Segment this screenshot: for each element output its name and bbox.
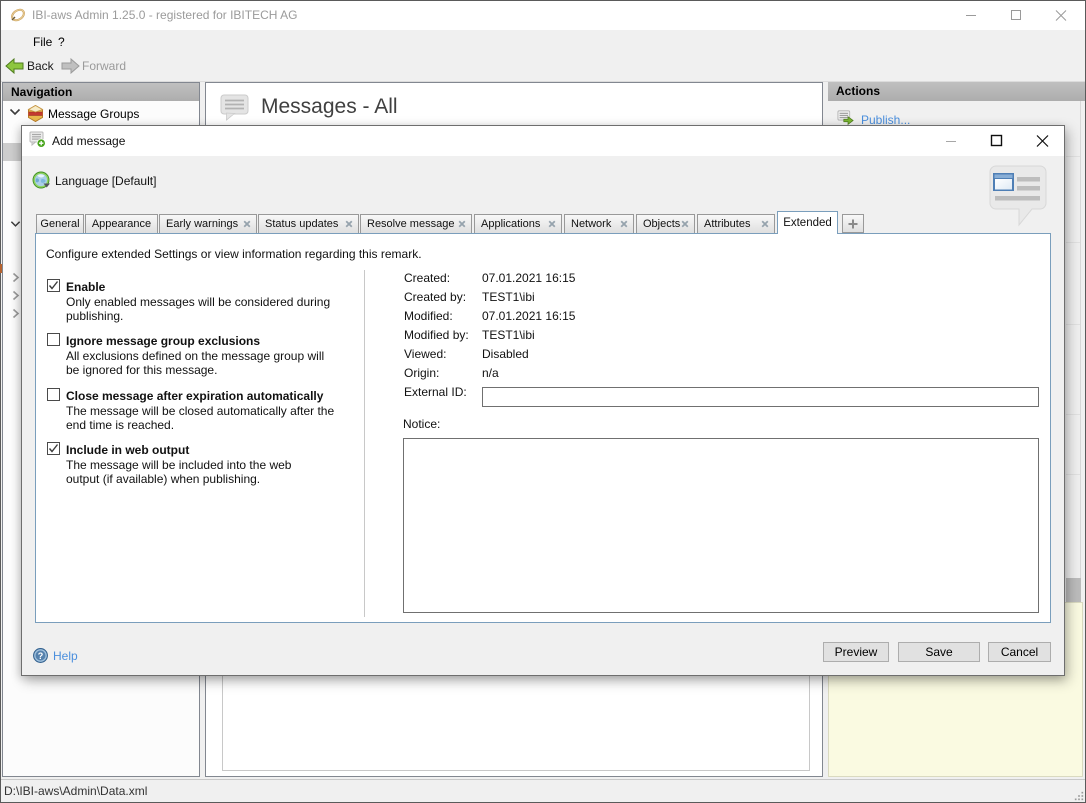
svg-text:?: ? (38, 651, 44, 661)
